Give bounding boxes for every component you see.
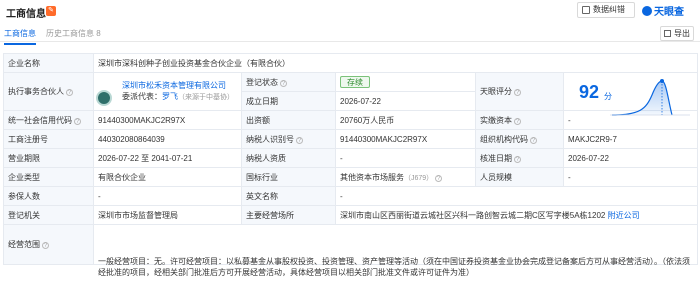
help-icon[interactable]: ? [530,136,537,144]
export-label: 导出 [674,29,690,38]
english-name-label: 英文名称 [241,186,336,206]
scope-label: 经营范围? [3,224,94,265]
partner-name-link[interactable]: 深圳市松禾资本管理有限公司 [122,80,237,91]
help-icon[interactable]: ? [296,136,303,144]
scope-value: 一般经营项目：无。许可经营项目：以私募基金从事股权投资、投资管理、资产管理等活动… [98,257,690,277]
approved-date-label: 核准日期? [475,148,564,168]
capital-value: 20760万人民币 [335,110,476,130]
industry-label: 国标行业 [241,167,336,187]
help-icon[interactable]: ? [74,117,81,125]
credit-code-label: 统一社会信用代码? [3,110,94,130]
term-label: 营业期限 [3,148,94,168]
industry-value: 其他资本市场服务 [340,172,404,182]
report-icon [582,6,590,14]
help-icon[interactable]: ? [514,155,521,163]
staff-size-label: 人员规模 [475,167,564,187]
tab-history-count: 8 [96,29,101,38]
delegate-name-link[interactable]: 罗飞 [162,92,178,101]
status-label: 登记状态? [241,72,336,92]
staff-size-value: - [562,167,699,187]
delegate-note: （来源于中基协） [178,94,234,101]
status-badge: 存续 [340,76,370,88]
table-row: 统一社会信用代码? 91440300MAKJC2R97X 出资额 20760万人… [3,110,699,130]
help-icon[interactable]: ? [435,174,443,182]
table-row: 登记机关 深圳市市场监督管理局 主要经营场所 深圳市南山区西丽街道云城社区兴科一… [3,205,699,225]
taxpayer-id-value: 91440300MAKJC2R97X [335,129,476,149]
score-distribution-chart [610,79,690,116]
credit-code-value: 91440300MAKJC2R97X [93,110,242,130]
industry-cell: 其他资本市场服务（J679）? [335,167,476,187]
reg-no-label: 工商注册号 [3,129,94,149]
table-row: 工商注册号 440302080864039 纳税人识别号? 91440300MA… [3,129,699,149]
edit-icon[interactable]: ✎ [46,6,56,16]
help-icon[interactable]: ? [66,89,73,96]
help-icon[interactable]: ? [514,89,521,96]
help-icon[interactable]: ? [280,79,287,87]
help-icon[interactable]: ? [42,242,49,249]
english-name-value: - [334,186,699,206]
report-error-button[interactable]: 数据纠错 [577,2,635,18]
report-error-label: 数据纠错 [593,5,625,14]
org-code-value: MAKJC2R9-7 [562,129,699,149]
partner-logo [96,90,112,106]
established-label: 成立日期 [241,91,336,111]
brand-name: 天眼查 [654,7,684,18]
section-title: 工商信息 [6,9,46,20]
brand-logo: 天眼查 [642,3,684,18]
address-cell: 深圳市南山区西丽街道云城社区兴科一路创智云城二期C区写字楼5A栋1202 附近公… [334,205,699,225]
type-label: 企业类型 [3,167,94,187]
address-value: 深圳市南山区西丽街道云城社区兴科一路创智云城二期C区写字楼5A栋1202 [340,210,606,220]
table-row: 参保人数 - 英文名称 - [3,186,699,206]
reg-no-value: 440302080864039 [93,129,242,149]
delegate-label: 委派代表： [122,92,162,101]
help-icon[interactable]: ? [514,117,521,125]
approved-date-value: 2026-07-22 [562,148,699,168]
score-label: 天眼评分? [475,72,564,111]
tab-business-info[interactable]: 工商信息 [4,28,36,45]
paid-capital-label: 实缴资本? [475,110,564,130]
brand-icon [642,6,652,16]
export-button[interactable]: 导出 [660,26,694,41]
company-name-value: 深圳市深科创种子创业投资基金合伙企业（有限合伙） [92,53,699,73]
table-row: 企业名称 深圳市深科创种子创业投资基金合伙企业（有限合伙） [3,53,699,73]
address-label: 主要经营场所 [241,205,336,225]
tab-history-label: 历史工商信息 [46,29,94,38]
partner-label: 执行事务合伙人? [3,72,94,111]
status-cell: 存续 [335,72,476,92]
export-icon [664,30,671,37]
industry-code: （J679） [404,174,434,182]
taxpayer-id-label: 纳税人识别号? [241,129,336,149]
partner-cell: 深圳市松禾资本管理有限公司 委派代表：罗飞（来源于中基协） [93,72,242,111]
section-header: 工商信息 ✎ 数据纠错 天眼查 [0,0,700,24]
term-value: 2026-07-22 至 2041-07-21 [93,148,242,168]
authority-label: 登记机关 [3,205,94,225]
score-value: 92 [579,82,600,102]
type-value: 有限合伙企业 [93,167,242,187]
insured-value: - [93,186,242,206]
table-row: 营业期限 2026-07-22 至 2041-07-21 纳税人资质 - 核准日… [3,148,699,168]
capital-label: 出资额 [241,110,336,130]
authority-value: 深圳市市场监督管理局 [93,205,242,225]
company-name-label: 企业名称 [3,53,94,73]
tab-bar: 工商信息 历史工商信息 8 [0,24,700,45]
established-value: 2026-07-22 [335,91,476,111]
nearby-companies-link[interactable]: 附近公司 [608,211,640,220]
tab-history-business-info[interactable]: 历史工商信息 8 [46,28,101,39]
insured-label: 参保人数 [3,186,94,206]
tax-qualification-value: - [335,148,476,168]
table-row: 企业类型 有限合伙企业 国标行业 其他资本市场服务（J679）? 人员规模 - [3,167,699,187]
tax-qualification-label: 纳税人资质 [241,148,336,168]
org-code-label: 组织机构代码? [475,129,564,149]
